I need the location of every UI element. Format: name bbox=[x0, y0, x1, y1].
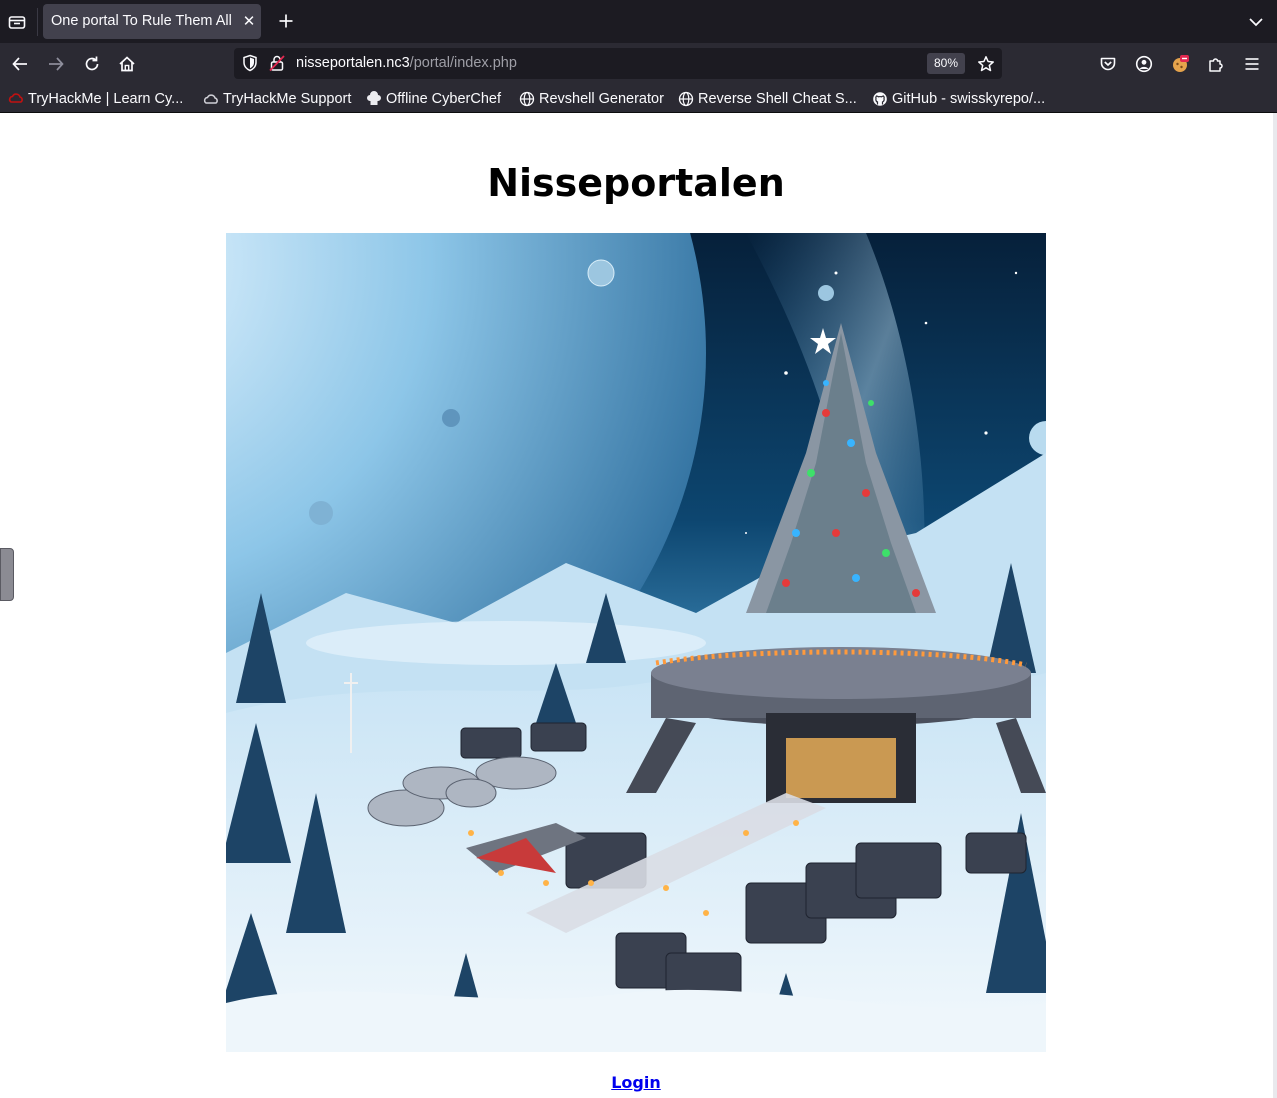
globe-icon bbox=[678, 91, 694, 107]
page-title: Nisseportalen bbox=[487, 161, 785, 205]
tab-list-button[interactable] bbox=[0, 0, 33, 43]
plus-icon bbox=[279, 14, 293, 28]
star-icon bbox=[978, 56, 994, 72]
sidebar-drag-handle[interactable] bbox=[0, 548, 14, 601]
account-button[interactable] bbox=[1131, 51, 1157, 77]
login-link[interactable]: Login bbox=[611, 1073, 661, 1092]
insecure-lock-icon[interactable] bbox=[268, 54, 286, 72]
extensions-button[interactable] bbox=[1203, 51, 1229, 77]
bookmark-reverse-shell-cheat-sheet[interactable]: Reverse Shell Cheat S... bbox=[678, 88, 857, 109]
bookmark-label: GitHub - swisskyrepo/... bbox=[892, 90, 1046, 107]
bookmark-revshell-generator[interactable]: Revshell Generator bbox=[519, 88, 664, 109]
arrow-left-icon bbox=[12, 57, 27, 71]
bookmark-label: Revshell Generator bbox=[539, 90, 664, 107]
pocket-button[interactable] bbox=[1095, 51, 1121, 77]
bookmark-label: Reverse Shell Cheat S... bbox=[698, 90, 857, 107]
globe-icon bbox=[519, 91, 535, 107]
hamburger-menu-icon bbox=[1245, 58, 1259, 70]
tab-close-icon[interactable]: ✕ bbox=[240, 12, 258, 30]
url-text[interactable]: nisseportalen.nc3/portal/index.php bbox=[296, 48, 517, 79]
bookmark-label: TryHackMe Support bbox=[223, 90, 352, 107]
tab-title: One portal To Rule Them All bbox=[51, 13, 232, 29]
extension-button[interactable] bbox=[1167, 51, 1193, 77]
chevron-down-icon bbox=[1249, 18, 1263, 27]
arrow-right-icon bbox=[49, 57, 64, 71]
tracking-protection-shield-icon[interactable] bbox=[241, 54, 259, 72]
list-all-tabs-button[interactable] bbox=[1244, 10, 1268, 34]
zoom-level-button[interactable]: 80% bbox=[927, 53, 965, 74]
bookmark-tryhackme-support[interactable]: TryHackMe Support bbox=[203, 88, 351, 109]
chef-hat-icon bbox=[366, 90, 382, 107]
bookmark-star-button[interactable] bbox=[975, 53, 997, 75]
login-link-container: Login bbox=[0, 1073, 1272, 1092]
puzzle-piece-icon bbox=[1209, 58, 1223, 72]
tab-active[interactable]: One portal To Rule Them All ✕ bbox=[43, 4, 261, 39]
tab-list-icon bbox=[8, 15, 25, 29]
reload-icon bbox=[85, 56, 99, 71]
web-page: Nisseportalen Login bbox=[0, 113, 1277, 1098]
navigation-toolbar: nisseportalen.nc3/portal/index.php 80% bbox=[0, 43, 1277, 84]
home-button[interactable] bbox=[114, 51, 140, 77]
hero-illustration bbox=[226, 233, 1046, 1052]
address-bar[interactable]: nisseportalen.nc3/portal/index.php 80% bbox=[234, 48, 1002, 79]
bookmark-label: Offline CyberChef bbox=[386, 90, 501, 107]
tab-bar: One portal To Rule Them All ✕ bbox=[0, 0, 1277, 43]
url-path: /portal/index.php bbox=[409, 55, 517, 71]
page-scrollbar-track[interactable] bbox=[1273, 113, 1277, 1098]
back-button[interactable] bbox=[7, 51, 33, 77]
forward-button[interactable] bbox=[43, 51, 69, 77]
cloud-icon bbox=[203, 91, 219, 107]
home-icon bbox=[119, 56, 135, 72]
bookmark-offline-cyberchef[interactable]: Offline CyberChef bbox=[366, 88, 501, 109]
bookmark-label: TryHackMe | Learn Cy... bbox=[28, 90, 184, 107]
app-menu-button[interactable] bbox=[1239, 51, 1265, 77]
bookmarks-toolbar: TryHackMe | Learn Cy... TryHackMe Suppor… bbox=[0, 84, 1277, 113]
new-tab-button[interactable] bbox=[274, 9, 298, 33]
extension-cookie-icon bbox=[1173, 55, 1189, 72]
pocket-icon bbox=[1100, 57, 1116, 71]
url-host: nisseportalen.nc3 bbox=[296, 55, 410, 71]
hero-image-winter-space-station bbox=[226, 233, 1046, 1052]
tryhackme-icon bbox=[8, 91, 24, 107]
tab-separator bbox=[37, 8, 38, 36]
github-icon bbox=[872, 91, 888, 107]
account-icon bbox=[1135, 55, 1153, 73]
bookmark-github-swisskyrepo[interactable]: GitHub - swisskyrepo/... bbox=[872, 88, 1045, 109]
bookmark-tryhackme[interactable]: TryHackMe | Learn Cy... bbox=[8, 88, 183, 109]
reload-button[interactable] bbox=[79, 51, 105, 77]
